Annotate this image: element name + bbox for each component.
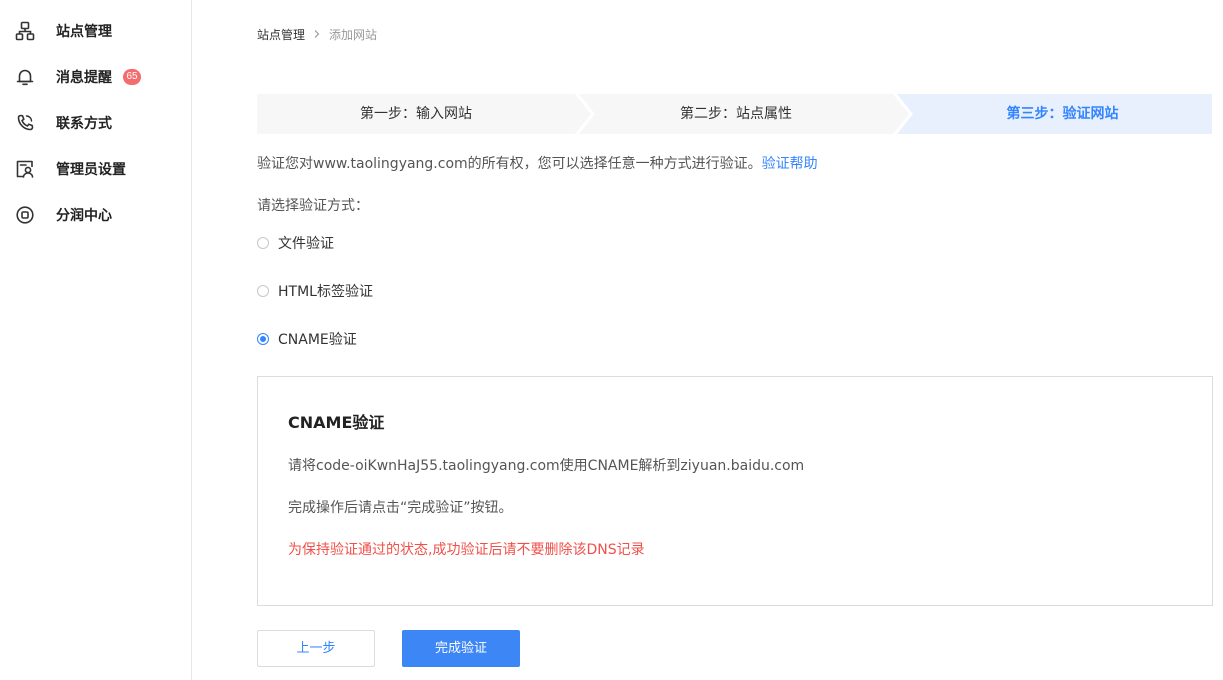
sidebar-item-revenue-share[interactable]: 分润中心 [0,200,192,230]
method-title: 请选择验证方式： [257,198,369,214]
verify-help-link[interactable]: 验证帮助 [762,156,818,172]
radio-html-tag-verify[interactable]: HTML标签验证 [257,281,373,301]
radio-button[interactable] [257,237,269,249]
unread-count-badge: 65 [123,69,141,85]
step-label: 第三步：验证网站 [1006,106,1119,122]
prev-step-button[interactable]: 上一步 [257,630,375,667]
cname-verify-panel: CNAME验证 请将code-oiKwnHaJ55.taolingyang.co… [257,376,1213,606]
phone-icon [15,113,35,133]
radio-button-checked[interactable] [257,333,269,345]
sidebar-item-site-management[interactable]: 站点管理 [0,16,192,46]
radio-cname-verify[interactable]: CNAME验证 [257,329,357,349]
sidebar-item-label: 分润中心 [56,208,112,224]
step-label: 第二步：站点属性 [680,106,792,122]
revenue-share-icon [15,205,35,225]
radio-label: CNAME验证 [278,332,357,348]
cname-instruction: 请将code-oiKwnHaJ55.taolingyang.com使用CNAME… [288,458,805,474]
dns-warning: 为保持验证通过的状态,成功验证后请不要删除该DNS记录 [288,542,645,558]
finish-verify-button[interactable]: 完成验证 [402,630,520,667]
sidebar-item-label: 消息提醒 [56,70,112,86]
radio-button[interactable] [257,285,269,297]
chevron-right-icon [313,28,321,42]
admin-user-icon [15,159,35,179]
radio-label: HTML标签验证 [278,284,373,300]
verify-description-text: 验证您对www.taolingyang.com的所有权，您可以选择任意一种方式进… [257,156,762,172]
breadcrumb-site-management[interactable]: 站点管理 [257,26,305,43]
step-label: 第一步：输入网站 [360,106,472,122]
sidebar-item-label: 站点管理 [56,24,112,40]
panel-title: CNAME验证 [288,413,385,432]
sidebar: 站点管理 消息提醒 65 联系方式 管理员设置 分润中心 [0,0,192,680]
complete-hint: 完成操作后请点击“完成验证”按钮。 [288,500,513,516]
radio-label: 文件验证 [278,236,334,252]
sidebar-item-contact[interactable]: 联系方式 [0,108,192,138]
radio-file-verify[interactable]: 文件验证 [257,233,334,253]
sidebar-item-notifications[interactable]: 消息提醒 65 [0,62,192,92]
breadcrumb-current: 添加网站 [329,28,378,42]
bell-icon [15,67,35,87]
sidebar-item-admin-settings[interactable]: 管理员设置 [0,154,192,184]
sidebar-item-label: 管理员设置 [56,162,126,178]
verify-description: 验证您对www.taolingyang.com的所有权，您可以选择任意一种方式进… [257,153,818,173]
step-progress: 第一步：输入网站 第二步：站点属性 第三步：验证网站 [257,94,1212,134]
breadcrumb: 站点管理 添加网站 [257,26,377,43]
step-1: 第一步：输入网站 [257,94,575,134]
step-3-active: 第三步：验证网站 [913,94,1212,134]
sidebar-item-label: 联系方式 [56,116,112,132]
step-2: 第二步：站点属性 [579,94,893,134]
site-tree-icon [15,21,35,41]
